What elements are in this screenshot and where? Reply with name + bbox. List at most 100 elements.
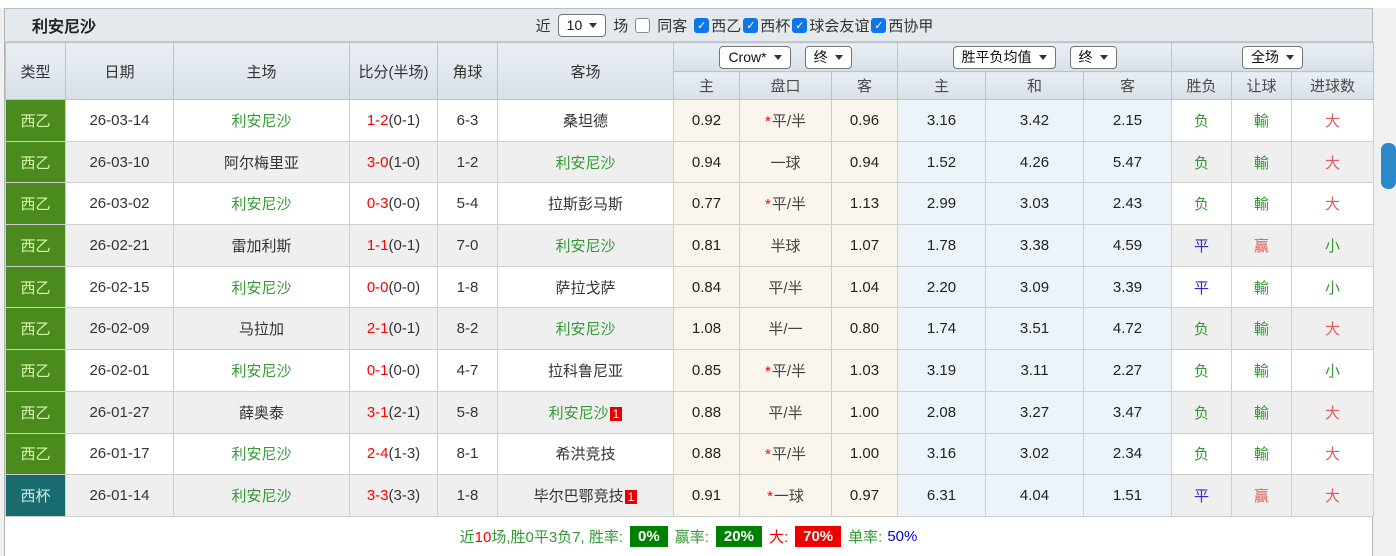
league-filter-西协甲[interactable]: ✓ 西协甲 — [871, 15, 933, 36]
mean-away: 1.51 — [1083, 474, 1172, 517]
scope-select[interactable]: 全场 — [1242, 45, 1304, 69]
half-score: (0-0) — [388, 361, 421, 379]
table-row: 西乙 26-03-10 阿尔梅里亚 3-0(1-0) 1-2 利安尼沙 0.94… — [5, 140, 1375, 184]
subcol-odds-home: 主 — [673, 71, 740, 100]
result-goals: 大 — [1290, 99, 1375, 142]
single-rate-value: 50% — [887, 527, 918, 545]
mean-away: 3.39 — [1083, 265, 1172, 309]
mean-draw: 3.38 — [985, 224, 1084, 267]
result-handicap: 輸 — [1231, 265, 1292, 309]
away-team-name[interactable]: 拉斯彭马斯 — [548, 196, 623, 213]
scrollbar-thumb[interactable] — [1381, 143, 1396, 189]
league-filters: ✓ 西乙 ✓ 西杯 ✓ 球会友谊 ✓ 西协甲 — [694, 15, 933, 36]
mean-home: 3.16 — [897, 99, 986, 142]
chevron-down-icon — [1099, 54, 1108, 60]
away-team-name[interactable]: 利安尼沙 — [549, 405, 609, 422]
odds-home: 0.88 — [673, 432, 740, 476]
mean-draw: 3.51 — [985, 307, 1084, 351]
result-goals: 小 — [1290, 265, 1375, 309]
home-team-name[interactable]: 利安尼沙 — [231, 363, 291, 380]
top-strip — [0, 0, 1396, 8]
corner-score: 6-3 — [437, 99, 498, 142]
half-score: (1-3) — [388, 445, 421, 463]
half-score: (3-3) — [388, 487, 421, 505]
away-team-name[interactable]: 利安尼沙 — [555, 321, 615, 338]
subcol-mean-draw: 和 — [985, 71, 1084, 100]
odds-company-value: Crow* — [728, 49, 767, 65]
home-team-name[interactable]: 阿尔梅里亚 — [224, 155, 299, 172]
match-type-badge: 西乙 — [5, 349, 66, 392]
away-team-name[interactable]: 毕尔巴鄂竞技 — [534, 488, 624, 505]
chevron-down-icon — [589, 22, 598, 28]
mean-stage-value: 终 — [1078, 49, 1093, 65]
table-row: 西杯 26-01-14 利安尼沙 3-3(3-3) 1-8 毕尔巴鄂竞技 1 0.… — [5, 474, 1375, 517]
away-team-name[interactable]: 利安尼沙 — [555, 155, 615, 172]
handicap-star: * — [764, 446, 771, 464]
result-goals: 大 — [1290, 390, 1375, 434]
mean-type-select[interactable]: 胜平负均值 — [952, 45, 1056, 69]
odds-home: 0.92 — [673, 99, 740, 142]
corner-score: 7-0 — [437, 224, 498, 267]
full-score: 2-4 — [366, 445, 389, 463]
match-type-badge: 西乙 — [5, 390, 66, 434]
away-team-name[interactable]: 利安尼沙 — [555, 238, 615, 255]
mean-draw: 4.04 — [985, 474, 1084, 517]
odds-away: 0.97 — [831, 474, 898, 517]
home-team-name[interactable]: 利安尼沙 — [231, 113, 291, 130]
mean-draw: 3.09 — [985, 265, 1084, 309]
result-handicap: 輸 — [1231, 307, 1292, 351]
footer-summary: 场,胜0平3负7, 胜率: — [491, 528, 624, 546]
away-team-name[interactable]: 希洪竞技 — [555, 446, 615, 463]
league-filter-checkbox[interactable]: ✓ — [871, 17, 887, 33]
league-filter-球会友谊[interactable]: ✓ 球会友谊 — [792, 15, 869, 36]
result-handicap: 赢 — [1231, 224, 1292, 267]
odds-away: 0.94 — [831, 140, 898, 184]
league-filter-checkbox[interactable]: ✓ — [694, 17, 710, 33]
home-team-name[interactable]: 利安尼沙 — [231, 280, 291, 297]
home-team-name[interactable]: 利安尼沙 — [231, 196, 291, 213]
filter-controls: 近 10 场 同客 ✓ 西乙 ✓ 西杯 ✓ 球会友谊 ✓ 西协甲 — [536, 13, 933, 37]
result-winloss: 平 — [1171, 474, 1232, 517]
handicap-name: 一球 — [770, 154, 801, 172]
odds-company-select[interactable]: Crow* — [719, 45, 791, 69]
handicap-win-badge: 20% — [715, 525, 762, 547]
half-score: (0-1) — [388, 111, 421, 129]
corner-score: 5-4 — [437, 182, 498, 226]
odds-away: 1.07 — [831, 224, 898, 267]
result-goals: 大 — [1290, 307, 1375, 351]
away-team-name[interactable]: 萨拉戈萨 — [555, 280, 615, 297]
home-team-name[interactable]: 利安尼沙 — [231, 446, 291, 463]
odds-stage-select[interactable]: 终 — [804, 45, 852, 69]
mean-stage-select[interactable]: 终 — [1069, 45, 1117, 69]
full-score: 1-1 — [366, 236, 389, 254]
match-type-badge: 西乙 — [5, 224, 66, 267]
result-handicap: 輸 — [1231, 432, 1292, 476]
recent-count-select[interactable]: 10 — [557, 13, 607, 37]
full-score: 0-3 — [366, 195, 389, 213]
corner-score: 1-8 — [437, 265, 498, 309]
result-goals: 小 — [1290, 349, 1375, 392]
table-row: 西乙 26-02-21 雷加利斯 1-1(0-1) 7-0 利安尼沙 0.81 … — [5, 224, 1375, 267]
home-team-name[interactable]: 雷加利斯 — [231, 238, 291, 255]
same-venue-checkbox[interactable] — [635, 17, 651, 33]
mean-home: 2.08 — [897, 390, 986, 434]
scope-value: 全场 — [1251, 49, 1280, 65]
handicap-name: 平/半 — [768, 279, 803, 297]
corner-score: 5-8 — [437, 390, 498, 434]
league-filter-西乙[interactable]: ✓ 西乙 — [694, 15, 741, 36]
away-team-name[interactable]: 桑坦德 — [563, 113, 608, 130]
league-filter-checkbox[interactable]: ✓ — [743, 17, 759, 33]
handicap-name: 半/一 — [768, 321, 803, 339]
odds-home: 0.88 — [673, 390, 740, 434]
result-winloss: 负 — [1171, 99, 1232, 142]
result-winloss: 平 — [1171, 265, 1232, 309]
home-team-name[interactable]: 薛奥泰 — [239, 405, 284, 422]
corner-score: 8-2 — [437, 307, 498, 351]
home-team-name[interactable]: 利安尼沙 — [231, 488, 291, 505]
table-row: 西乙 26-01-27 薛奥泰 3-1(2-1) 5-8 利安尼沙 1 0.88 … — [5, 390, 1375, 434]
away-team-name[interactable]: 拉科鲁尼亚 — [548, 363, 623, 380]
home-team-name[interactable]: 马拉加 — [239, 321, 284, 338]
mean-home: 1.52 — [897, 140, 986, 184]
league-filter-checkbox[interactable]: ✓ — [792, 17, 808, 33]
league-filter-西杯[interactable]: ✓ 西杯 — [743, 15, 790, 36]
